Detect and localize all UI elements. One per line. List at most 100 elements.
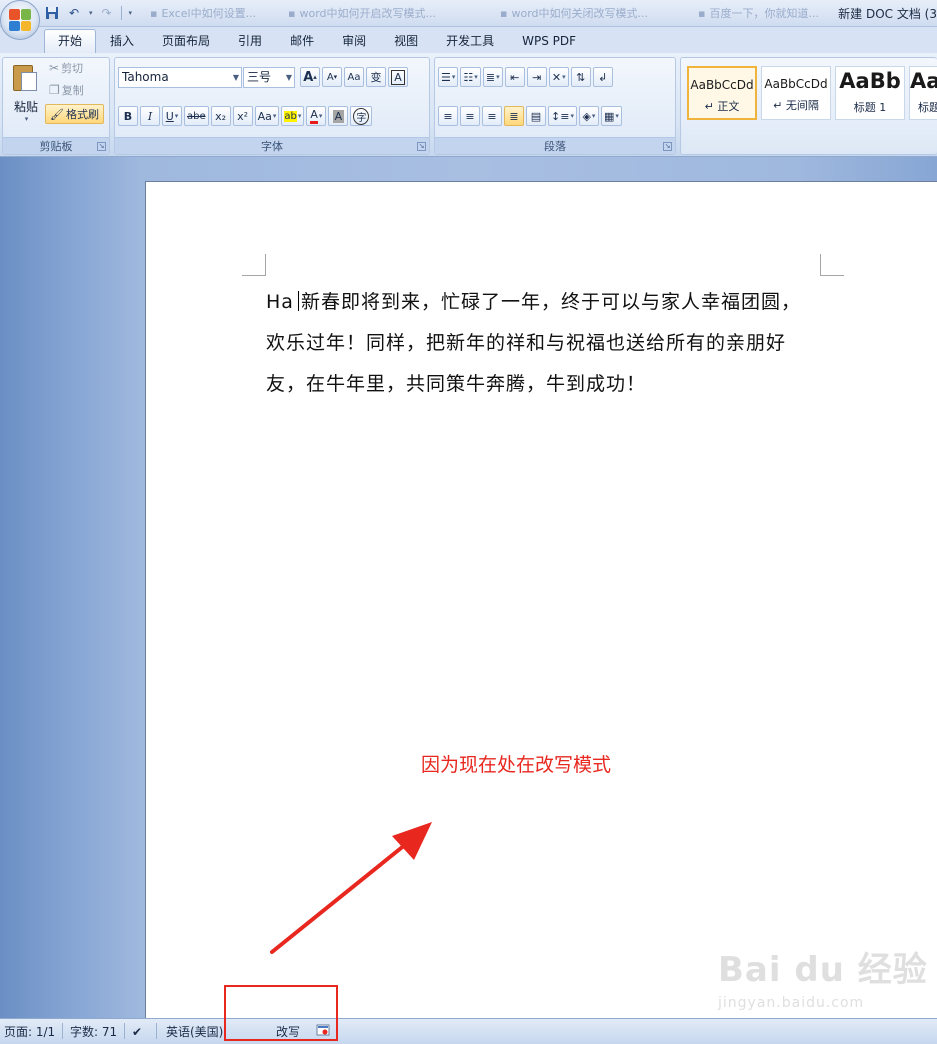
tab-view[interactable]: 视图 (380, 29, 432, 53)
borders-button[interactable]: ▦ ▾ (600, 106, 622, 126)
sort-button[interactable]: ⇅ (570, 67, 591, 87)
font-name-combo[interactable]: Tahoma ▼ (118, 67, 242, 88)
styles-group: AaBbCcDd ↵ 正文 AaBbCcDd ↵ 无间隔 AaBb 标题 1 A… (680, 57, 937, 155)
paragraph-launcher-icon[interactable]: ↘ (663, 142, 672, 151)
eraser-icon: Aa (347, 71, 361, 83)
cut-button[interactable]: ✂ 剪切 (49, 60, 83, 76)
separator (156, 1023, 157, 1039)
distributed-icon: ▤ (530, 109, 542, 123)
align-left-button[interactable]: ≡ (438, 106, 458, 126)
decrease-indent-button[interactable]: ⇤ (504, 67, 525, 87)
subscript-button[interactable]: x₂ (210, 106, 231, 126)
status-page[interactable]: 页面: 1/1 (4, 1023, 55, 1041)
superscript-button[interactable]: x² (232, 106, 253, 126)
proofing-icon[interactable]: ✔ (132, 1023, 142, 1041)
document-page[interactable]: Ha 新春即将到来，忙碌了一年，终于可以与家人幸福团圆， 欢乐过年！同样，把新年的… (145, 181, 937, 1041)
grow-font-button[interactable]: A ▴ (300, 67, 320, 87)
justify-button[interactable]: ≣ (504, 106, 524, 126)
font-color-button[interactable]: A ▾ (306, 106, 327, 126)
status-language[interactable]: 英语(美国) (166, 1023, 223, 1041)
change-case-button[interactable]: Aa ▾ (254, 106, 280, 126)
tab-developer[interactable]: 开发工具 (432, 29, 508, 53)
paste-dropdown-icon[interactable]: ▾ (25, 115, 29, 123)
enclose-char-button[interactable]: 字 (350, 106, 373, 126)
numbered-list-icon: ☷ (463, 70, 474, 84)
distributed-button[interactable]: ▤ (526, 106, 546, 126)
background-tab[interactable]: ▪ word中如何开启改写模式... (288, 4, 498, 22)
clipboard-group-label: 剪贴板 (3, 137, 109, 154)
style-heading-1[interactable]: AaBb 标题 1 (835, 66, 905, 120)
underline-button[interactable]: U ▾ (162, 106, 182, 126)
document-body[interactable]: Ha 新春即将到来，忙碌了一年，终于可以与家人幸福团圆， 欢乐过年！同样，把新年的… (266, 282, 826, 405)
line-spacing-button[interactable]: ↕≡ ▾ (548, 106, 577, 126)
strikethrough-button[interactable]: abe (184, 106, 209, 126)
chevron-down-icon: ▼ (232, 73, 239, 82)
tab-wps-pdf[interactable]: WPS PDF (508, 29, 590, 53)
window-title: 新建 DOC 文档 (3 (838, 7, 937, 21)
tab-review[interactable]: 审阅 (328, 29, 380, 53)
multilevel-list-button[interactable]: ≣ ▾ (482, 67, 503, 87)
style-normal[interactable]: AaBbCcDd ↵ 正文 (687, 66, 757, 120)
align-center-button[interactable]: ≡ (460, 106, 480, 126)
undo-dropdown-icon[interactable]: ▾ (89, 9, 93, 17)
char-shading-button[interactable]: A (328, 106, 349, 126)
paragraph-group: ☰ ▾ ☷ ▾ ≣ ▾ ⇤ ⇥ ✕ ▾ ⇅ ↲ ≡ ≡ ≡ ≣ ▤ ↕≡ ▾ ◈ ▾ ▦ ▾ … (434, 57, 676, 155)
tab-page-layout[interactable]: 页面布局 (148, 29, 224, 53)
chevron-down-icon: ▼ (285, 73, 292, 82)
shading-button[interactable]: ◈ ▾ (578, 106, 599, 126)
shrink-font-button[interactable]: A ▾ (322, 67, 342, 87)
align-left-icon: ≡ (443, 109, 453, 123)
phonetic-guide-button[interactable]: 变 (366, 67, 386, 87)
tab-home[interactable]: 开始 (44, 29, 97, 53)
border-icon: ▦ (603, 109, 615, 123)
status-word-count[interactable]: 字数: 71 (70, 1023, 117, 1041)
copy-button[interactable]: ❐ 复制 (49, 82, 84, 98)
italic-button[interactable]: I (140, 106, 160, 126)
style-no-spacing[interactable]: AaBbCcDd ↵ 无间隔 (761, 66, 831, 120)
highlight-button[interactable]: ab ▾ (281, 106, 305, 126)
paint-bucket-icon: ◈ (582, 109, 591, 123)
font-launcher-icon[interactable]: ↘ (417, 142, 426, 151)
clear-format-button[interactable]: Aa (344, 67, 364, 87)
align-right-icon: ≡ (487, 109, 497, 123)
font-group: Tahoma ▼ 三号 ▼ A ▴ A ▾ Aa 变 A B I U ▾ abe x₂ x… (114, 57, 430, 155)
char-border-button[interactable]: A (388, 67, 408, 87)
bold-button[interactable]: B (118, 106, 138, 126)
background-tab[interactable]: ▪ 百度一下，你就知道... (698, 4, 828, 22)
paste-button[interactable]: 粘贴 ▾ (7, 62, 45, 134)
ribbon-tab-row: 开始 插入 页面布局 引用 邮件 审阅 视图 开发工具 WPS PDF (0, 27, 937, 53)
document-icon: ▪ (288, 6, 296, 20)
numbering-button[interactable]: ☷ ▾ (460, 67, 481, 87)
align-center-icon: ≡ (465, 109, 475, 123)
line-spacing-icon: ↕≡ (551, 109, 570, 123)
font-size-combo[interactable]: 三号 ▼ (243, 67, 295, 88)
document-line: 友，在牛年里，共同策牛奔腾，牛到成功！ (266, 373, 647, 395)
office-logo-icon (9, 9, 31, 31)
show-marks-button[interactable]: ↲ (592, 67, 613, 87)
justify-icon: ≣ (509, 109, 519, 123)
format-painter-button[interactable]: 🖌 格式刷 (45, 104, 104, 124)
annotation-text: 因为现在处在改写模式 (421, 754, 612, 776)
undo-icon[interactable]: ↶ (66, 5, 82, 21)
style-title[interactable]: AaI 标题 (909, 66, 937, 120)
document-workspace: Ha 新春即将到来，忙碌了一年，终于可以与家人幸福团圆， 欢乐过年！同样，把新年的… (0, 157, 937, 1041)
paragraph-group-label: 段落 (435, 137, 675, 154)
background-tab[interactable]: ▪ Excel中如何设置... (150, 4, 270, 22)
redo-icon[interactable]: ↷ (99, 5, 115, 21)
scissors-icon: ✂ (49, 61, 60, 75)
save-icon[interactable] (44, 5, 60, 21)
office-button[interactable] (0, 0, 40, 40)
customize-icon[interactable]: ▾ (129, 9, 133, 17)
align-right-button[interactable]: ≡ (482, 106, 502, 126)
tab-mailings[interactable]: 邮件 (276, 29, 328, 53)
clipboard-launcher-icon[interactable]: ↘ (97, 142, 106, 151)
sort-icon: ⇅ (576, 70, 586, 84)
tab-insert[interactable]: 插入 (96, 29, 148, 53)
background-tab[interactable]: ▪ word中如何关闭改写模式... (500, 4, 690, 22)
watermark-url: jingyan.baidu.com (718, 995, 865, 1011)
title-bar: ↶ ▾ ↷ ▾ ▪ Excel中如何设置... ▪ word中如何开启改写模式.… (0, 0, 937, 40)
tab-references[interactable]: 引用 (224, 29, 276, 53)
bullets-button[interactable]: ☰ ▾ (438, 67, 459, 87)
chinese-layout-button[interactable]: ✕ ▾ (548, 67, 569, 87)
increase-indent-button[interactable]: ⇥ (526, 67, 547, 87)
